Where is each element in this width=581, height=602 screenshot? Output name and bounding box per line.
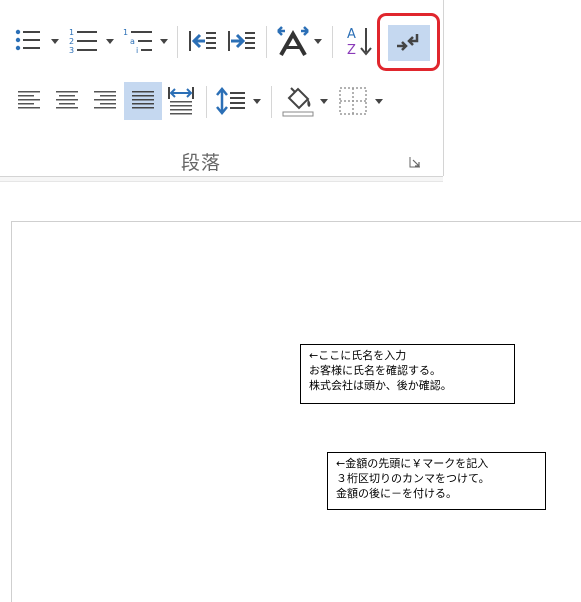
bullets-dropdown-arrow[interactable] — [51, 39, 59, 44]
numbering-button[interactable]: 1 2 3 — [66, 25, 100, 57]
amount-instruction-textbox[interactable]: ←金額の先頭に￥マークを記入 ３桁区切りのカンマをつけて。 金額の後に－を付ける… — [327, 452, 546, 510]
dialog-launcher-icon[interactable] — [409, 156, 421, 168]
distribute-icon — [168, 87, 194, 115]
justify-button[interactable] — [124, 82, 162, 120]
number-glyph: 2 — [69, 37, 74, 46]
number-glyph: 3 — [69, 46, 74, 55]
line-spacing-button[interactable] — [214, 84, 248, 118]
increase-indent-button[interactable] — [226, 27, 258, 55]
bullet-list-icon — [15, 29, 40, 51]
multilevel-glyph: 1 — [123, 28, 128, 37]
shading-dropdown-arrow[interactable] — [320, 99, 328, 104]
text-direction-button[interactable] — [274, 24, 312, 58]
numbering-dropdown-arrow[interactable] — [106, 39, 114, 44]
justify-icon — [132, 91, 154, 109]
align-center-icon — [56, 91, 78, 109]
text-direction-dropdown-arrow[interactable] — [314, 39, 322, 44]
borders-button[interactable] — [336, 84, 370, 118]
character-spacing-icon — [277, 26, 309, 56]
note-line: ←ここに氏名を入力 — [309, 349, 407, 362]
shading-button[interactable] — [279, 82, 317, 120]
align-right-icon — [94, 91, 116, 109]
ribbon-bottom-edge — [0, 176, 443, 182]
sort-letter-z: Z — [347, 43, 356, 57]
decrease-indent-button[interactable] — [187, 27, 219, 55]
ribbon-separator — [266, 26, 267, 58]
align-right-button[interactable] — [90, 86, 120, 116]
note-line: お客様に氏名を確認する。 — [309, 364, 441, 377]
paragraph-group-label: 段落 — [181, 152, 222, 174]
note-line: 金額の後に－を付ける。 — [336, 487, 457, 500]
document-page[interactable]: ←ここに氏名を入力 お客様に氏名を確認する。 株式会社は頭か、後か確認。 ←金額… — [11, 221, 581, 602]
bullets-button[interactable] — [12, 25, 44, 55]
note-line: ３桁区切りのカンマをつけて。 — [336, 472, 490, 485]
multilevel-glyph: a — [130, 37, 135, 46]
red-highlight-frame — [377, 13, 440, 71]
ribbon-separator — [271, 86, 272, 118]
decrease-indent-icon — [189, 31, 216, 51]
line-spacing-icon — [216, 87, 245, 115]
sort-letter-a: A — [347, 27, 356, 42]
name-instruction-textbox[interactable]: ←ここに氏名を入力 お客様に氏名を確認する。 株式会社は頭か、後か確認。 — [300, 344, 515, 404]
shading-bucket-icon — [282, 87, 314, 117]
note-line: ←金額の先頭に￥マークを記入 — [336, 457, 489, 470]
distributed-button[interactable] — [165, 84, 197, 118]
multilevel-glyph: i — [136, 46, 138, 55]
line-spacing-dropdown-arrow[interactable] — [253, 99, 261, 104]
ribbon-separator — [332, 26, 333, 58]
ribbon-separator — [177, 26, 178, 58]
align-left-button[interactable] — [14, 86, 44, 116]
sort-az-icon: A Z — [347, 27, 372, 57]
increase-indent-icon — [228, 31, 255, 51]
align-left-icon — [18, 91, 40, 109]
borders-dropdown-arrow[interactable] — [375, 99, 383, 104]
multilevel-list-button[interactable]: 1 a i — [121, 25, 155, 57]
align-center-button[interactable] — [52, 86, 82, 116]
ribbon-separator — [206, 86, 207, 118]
numbered-list-icon: 1 2 3 — [69, 28, 97, 55]
multilevel-dropdown-arrow[interactable] — [160, 39, 168, 44]
note-line: 株式会社は頭か、後か確認。 — [309, 379, 452, 392]
multilevel-list-icon: 1 a i — [123, 28, 152, 55]
paragraph-ribbon-group: 1 2 3 1 a i A Z 段落 — [0, 0, 444, 176]
number-glyph: 1 — [69, 28, 74, 37]
borders-icon — [339, 87, 367, 115]
sort-button[interactable]: A Z — [341, 24, 375, 58]
